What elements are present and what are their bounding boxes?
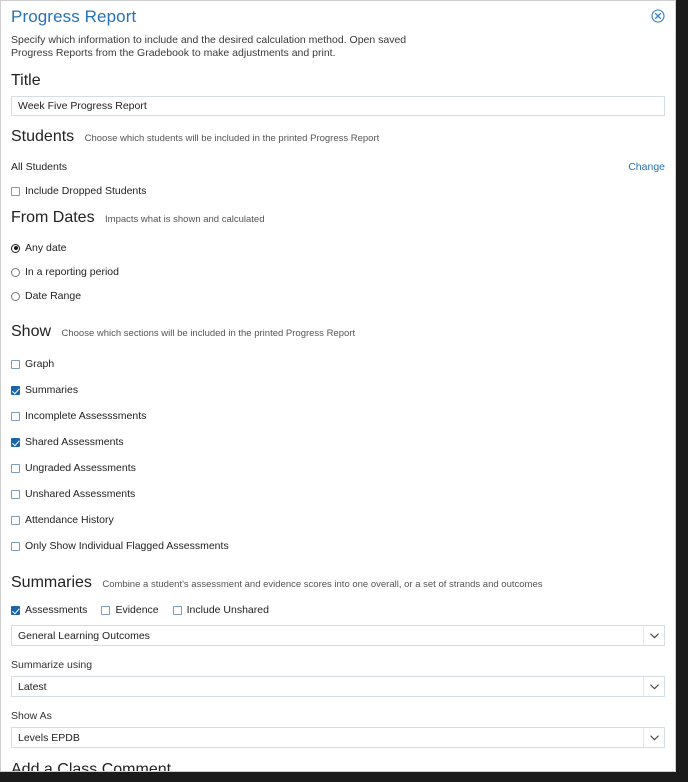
dialog-header: Progress Report Specify which informatio… — [9, 1, 667, 60]
show-section-hint: Choose which sections will be included i… — [61, 328, 356, 339]
checkbox-icon[interactable] — [11, 186, 20, 196]
radio-reporting-period-label: In a reporting period — [25, 266, 119, 278]
summaries-scope-value: General Learning Outcomes — [18, 629, 150, 642]
show-option-shared-assessments[interactable]: Shared Assessments — [11, 436, 665, 448]
radio-date-range[interactable]: Date Range — [11, 290, 665, 302]
summarize-using-value: Latest — [18, 680, 47, 693]
show-option-unshared-assessments[interactable]: Unshared Assessments — [11, 488, 665, 500]
checkbox-icon[interactable] — [11, 541, 20, 551]
summaries-section: Summaries Combine a student's assessment… — [9, 573, 667, 748]
show-option-ungraded-assessments-label: Ungraded Assessments — [25, 462, 136, 474]
radio-any-date-label: Any date — [25, 242, 67, 254]
summaries-option-evidence-label: Evidence — [115, 604, 159, 616]
checkbox-icon[interactable] — [101, 605, 111, 615]
show-option-ungraded-assessments[interactable]: Ungraded Assessments — [11, 462, 665, 474]
dialog-subtitle: Specify which information to include and… — [11, 34, 407, 59]
title-section: Title — [9, 71, 667, 116]
from-dates-section: From Dates Impacts what is shown and cal… — [9, 208, 667, 302]
radio-icon[interactable] — [11, 267, 20, 277]
summaries-option-include-unshared[interactable]: Include Unshared — [172, 604, 269, 616]
radio-any-date[interactable]: Any date — [11, 242, 665, 254]
show-option-unshared-assessments-label: Unshared Assessments — [25, 488, 136, 500]
radio-date-range-label: Date Range — [25, 290, 82, 302]
chevron-down-icon[interactable] — [643, 626, 664, 645]
summaries-option-include-unshared-label: Include Unshared — [186, 604, 269, 616]
from-dates-heading: From Dates — [11, 209, 95, 226]
show-option-graph-label: Graph — [25, 358, 55, 370]
show-section-heading: Show — [11, 323, 52, 340]
show-option-graph[interactable]: Graph — [11, 358, 665, 370]
show-option-attendance-history-label: Attendance History — [25, 514, 114, 526]
show-section: Show Choose which sections will be inclu… — [9, 322, 667, 552]
students-section: Students Choose which students will be i… — [9, 127, 667, 197]
summaries-option-assessments-label: Assessments — [25, 604, 88, 616]
checkbox-icon[interactable] — [11, 411, 20, 421]
chevron-down-icon[interactable] — [643, 677, 664, 696]
show-option-only-flagged[interactable]: Only Show Individual Flagged Assessments — [11, 540, 665, 552]
student-selection-row: All Students Change — [11, 161, 665, 173]
show-option-only-flagged-label: Only Show Individual Flagged Assessments — [25, 540, 229, 552]
change-students-link[interactable]: Change — [628, 161, 665, 173]
summarize-using-label: Summarize using — [11, 659, 93, 671]
summarize-using-select[interactable]: Latest — [11, 676, 665, 697]
summaries-inline-options: Assessments Evidence Include Unshared — [11, 604, 665, 616]
summaries-option-assessments[interactable]: Assessments — [11, 604, 87, 616]
summaries-section-hint: Combine a student's assessment and evide… — [102, 579, 543, 590]
show-option-incomplete-assessments[interactable]: Incomplete Assesssments — [11, 410, 665, 422]
close-circle-icon[interactable] — [651, 9, 665, 23]
chevron-down-icon[interactable] — [643, 728, 664, 747]
summaries-section-heading: Summaries — [11, 574, 92, 591]
radio-in-a-reporting-period[interactable]: In a reporting period — [11, 266, 665, 278]
summaries-scope-select[interactable]: General Learning Outcomes — [11, 625, 665, 646]
title-section-heading: Title — [11, 72, 41, 89]
show-option-attendance-history[interactable]: Attendance History — [11, 514, 665, 526]
checkbox-checked-icon[interactable] — [11, 605, 20, 615]
include-dropped-students-label: Include Dropped Students — [25, 185, 147, 197]
students-section-hint: Choose which students will be included i… — [84, 133, 380, 144]
checkbox-icon[interactable] — [11, 489, 20, 499]
checkbox-icon[interactable] — [172, 605, 182, 615]
summaries-option-evidence[interactable]: Evidence — [101, 604, 159, 616]
show-as-select[interactable]: Levels EPDB — [11, 727, 665, 748]
checkbox-checked-icon[interactable] — [11, 437, 20, 447]
student-selection-value: All Students — [11, 161, 68, 173]
show-as-value: Levels EPDB — [18, 731, 80, 744]
radio-icon[interactable] — [11, 243, 20, 253]
progress-report-dialog: Progress Report Specify which informatio… — [0, 0, 676, 772]
page-title: Progress Report — [11, 7, 137, 26]
radio-icon[interactable] — [11, 291, 20, 301]
report-title-input[interactable] — [11, 96, 665, 116]
class-comment-heading: Add a Class Comment — [11, 761, 172, 772]
show-as-label: Show As — [11, 710, 52, 722]
checkbox-icon[interactable] — [11, 359, 20, 369]
show-option-summaries[interactable]: Summaries — [11, 384, 665, 396]
students-section-heading: Students — [11, 128, 75, 145]
from-dates-hint: Impacts what is shown and calculated — [105, 214, 265, 225]
include-dropped-students-option[interactable]: Include Dropped Students — [11, 185, 665, 197]
show-option-incomplete-assessments-label: Incomplete Assesssments — [25, 410, 147, 422]
checkbox-checked-icon[interactable] — [11, 385, 20, 395]
show-option-shared-assessments-label: Shared Assessments — [25, 436, 124, 448]
checkbox-icon[interactable] — [11, 515, 20, 525]
class-comment-section: Add a Class Comment Grades are just one … — [9, 760, 667, 772]
show-option-summaries-label: Summaries — [25, 384, 79, 396]
checkbox-icon[interactable] — [11, 463, 20, 473]
